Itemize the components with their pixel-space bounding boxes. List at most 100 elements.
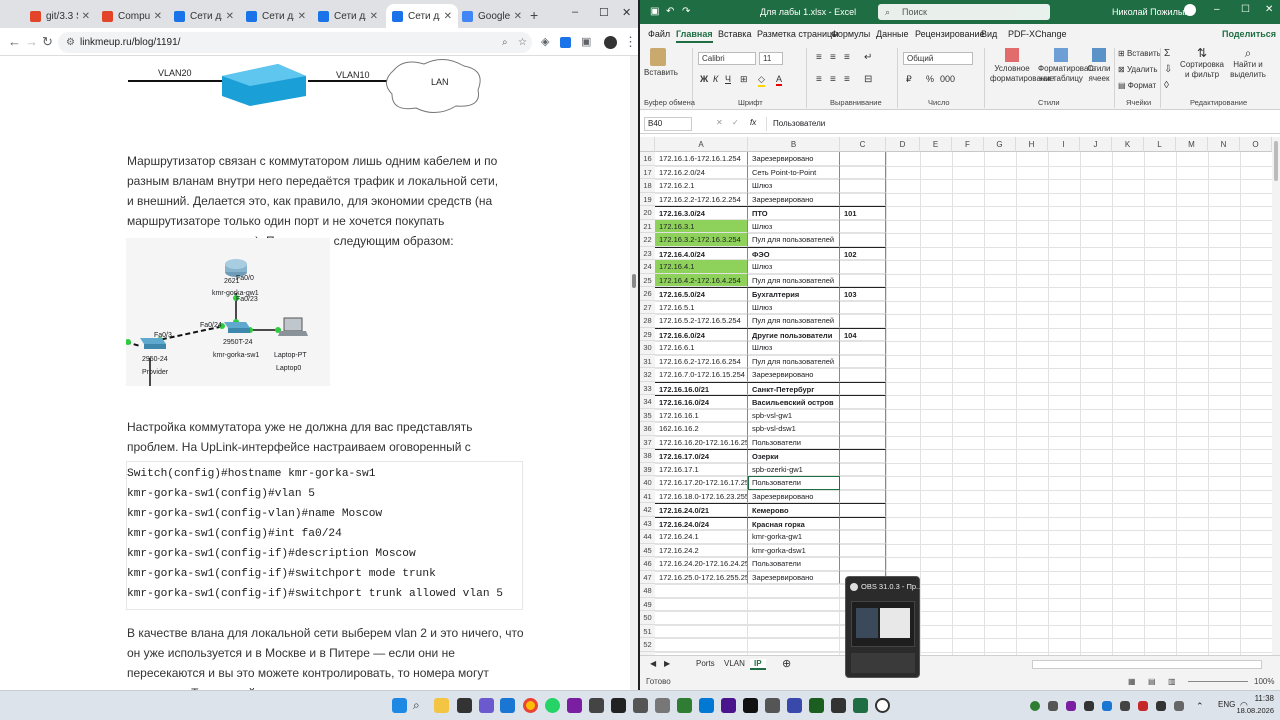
menu-review[interactable]: Рецензирование — [915, 29, 985, 39]
cell-a[interactable]: 172.16.16.0/24 — [655, 395, 748, 409]
cell-a[interactable]: 172.16.16.1 — [655, 408, 748, 422]
cell-b[interactable]: Бухгалтерия — [748, 287, 840, 301]
row-header[interactable]: 27 — [640, 300, 655, 314]
cell-a[interactable]: 172.16.1.6-172.16.1.254 — [655, 152, 748, 166]
align-right-icon[interactable]: ≡ — [844, 74, 850, 85]
tab-close-icon[interactable]: ✕ — [298, 11, 306, 22]
cell-b[interactable]: ФЭО — [748, 246, 840, 260]
start-icon[interactable] — [392, 698, 407, 713]
cell-b[interactable]: spb-vsl-dsw1 — [748, 422, 840, 436]
cell-c[interactable] — [840, 165, 886, 179]
sheet-tab-vlan[interactable]: VLAN — [724, 659, 745, 668]
cell-c[interactable] — [840, 314, 886, 328]
menu-file[interactable]: Файл — [648, 29, 670, 39]
chrome-icon[interactable] — [523, 698, 538, 713]
underline-button[interactable]: Ч — [725, 74, 731, 84]
app-icon[interactable] — [567, 698, 582, 713]
cell-b[interactable]: Пул для пользователей — [748, 233, 840, 247]
cell-c[interactable] — [840, 381, 886, 395]
close-button[interactable]: ✕ — [1265, 4, 1273, 15]
clock-time[interactable]: 11:38 — [1228, 694, 1274, 703]
cell-a[interactable]: 172.16.3.1 — [655, 219, 748, 233]
browser-tab[interactable]: Google Переводчик ✕ — [456, 4, 528, 28]
cell-b[interactable]: Пул для пользователей — [748, 354, 840, 368]
cell-b[interactable] — [748, 611, 840, 625]
row-header[interactable]: 39 — [640, 462, 655, 476]
column-header[interactable]: K — [1112, 137, 1144, 152]
cell-a[interactable]: 172.16.25.0-172.16.255.254 — [655, 570, 748, 584]
tray-icon[interactable] — [1120, 701, 1130, 711]
conditional-format-button[interactable]: Условное форматирование — [990, 48, 1054, 84]
cell-b[interactable] — [748, 597, 840, 611]
app-icon[interactable] — [589, 698, 604, 713]
app-icon[interactable] — [721, 698, 736, 713]
row-header[interactable]: 36 — [640, 422, 655, 436]
row-header[interactable]: 40 — [640, 476, 655, 490]
reload-icon[interactable]: ↻ — [42, 34, 53, 50]
font-name-select[interactable]: Calibri — [698, 52, 756, 65]
cell-a[interactable]: 172.16.6.1 — [655, 341, 748, 355]
cell-b[interactable]: Озерки — [748, 449, 840, 463]
cell-a[interactable]: 172.16.2.2-172.16.2.254 — [655, 192, 748, 206]
row-header[interactable]: 32 — [640, 368, 655, 382]
cell-b[interactable]: Пул для пользователей — [748, 314, 840, 328]
enter-icon[interactable]: ✓ — [732, 118, 739, 127]
column-header[interactable]: G — [984, 137, 1016, 152]
cell-c[interactable]: 103 — [840, 287, 886, 301]
format-table-button[interactable]: Форматировать как таблицу — [1038, 48, 1096, 84]
column-header[interactable]: B — [748, 137, 840, 152]
cell-c[interactable] — [840, 341, 886, 355]
cell-c[interactable] — [840, 219, 886, 233]
row-header[interactable]: 51 — [640, 624, 655, 638]
cell-a[interactable]: 172.16.3.2-172.16.3.254 — [655, 233, 748, 247]
row-header[interactable]: 43 — [640, 516, 655, 530]
app-icon[interactable] — [765, 698, 780, 713]
cell-c[interactable] — [840, 192, 886, 206]
scrollbar-thumb[interactable] — [632, 274, 636, 288]
app-icon[interactable] — [633, 698, 648, 713]
normal-view-icon[interactable]: ▦ — [1128, 673, 1136, 690]
paste-button[interactable]: Вставить — [644, 48, 678, 78]
row-header[interactable]: 21 — [640, 219, 655, 233]
menu-dots-icon[interactable]: ⋮ — [624, 34, 637, 50]
format-cells-button[interactable]: ▤ Формат — [1118, 81, 1156, 90]
wrap-text-icon[interactable]: ↵ — [864, 52, 872, 63]
user-avatar[interactable] — [1184, 4, 1196, 16]
next-sheet-icon[interactable]: ▶ — [664, 659, 670, 668]
column-header[interactable]: H — [1016, 137, 1048, 152]
cell-b[interactable]: Санкт-Петербург — [748, 381, 840, 395]
cell-b[interactable]: Шлюз — [748, 219, 840, 233]
minimize-button[interactable]: – — [1214, 4, 1220, 15]
cell-b[interactable]: Зарезервировано — [748, 192, 840, 206]
search-box[interactable]: ⌕ Поиск — [878, 4, 1050, 20]
column-header[interactable]: N — [1208, 137, 1240, 152]
cell-b[interactable]: spb-vsl-gw1 — [748, 408, 840, 422]
cell-b[interactable]: Шлюз — [748, 341, 840, 355]
column-header[interactable]: I — [1048, 137, 1080, 152]
zoom-slider[interactable] — [1188, 681, 1248, 682]
browser-tab[interactable]: Computer_net... ✕ — [96, 4, 168, 28]
sheet-tab-ip[interactable]: IP — [750, 659, 766, 670]
cell-a[interactable]: 172.16.17.1 — [655, 462, 748, 476]
row-header[interactable]: 23 — [640, 246, 655, 260]
row-header[interactable]: 28 — [640, 314, 655, 328]
extension-shield-icon[interactable]: ◈ — [541, 34, 549, 50]
row-header[interactable]: 44 — [640, 530, 655, 544]
find-select-button[interactable]: ⌕ Найти и выделить — [1228, 47, 1268, 80]
column-header[interactable]: F — [952, 137, 984, 152]
align-center-icon[interactable]: ≡ — [830, 74, 836, 85]
row-header[interactable]: 17 — [640, 165, 655, 179]
column-header[interactable]: C — [840, 137, 886, 152]
row-header[interactable]: 46 — [640, 557, 655, 571]
cell-c[interactable] — [840, 489, 886, 503]
cell-a[interactable]: 172.16.4.0/24 — [655, 246, 748, 260]
column-header[interactable]: O — [1240, 137, 1272, 152]
cell-c[interactable] — [840, 408, 886, 422]
tab-close-icon[interactable]: ✕ — [444, 11, 452, 22]
cell-a[interactable]: 172.16.24.1 — [655, 530, 748, 544]
cell-b[interactable]: Васильевский остров — [748, 395, 840, 409]
row-header[interactable]: 49 — [640, 597, 655, 611]
fill-icon[interactable]: ⇩ — [1164, 64, 1172, 75]
cell-b[interactable]: Зарезервировано — [748, 368, 840, 382]
app-icon[interactable] — [831, 698, 846, 713]
